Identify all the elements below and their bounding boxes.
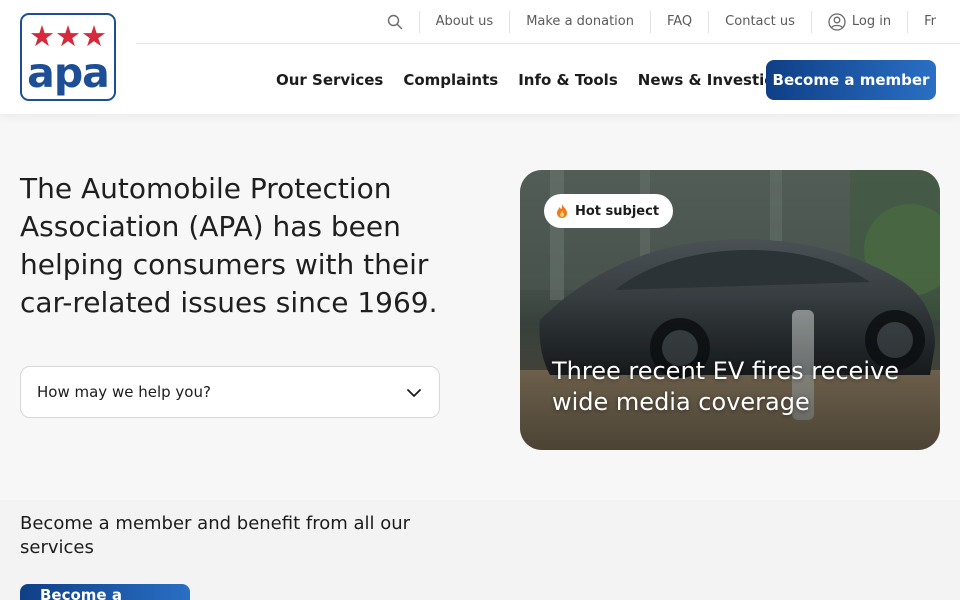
fire-icon: [556, 204, 568, 218]
nav-info-tools[interactable]: Info & Tools: [518, 70, 618, 90]
member-section: Become a member and benefit from all our…: [0, 500, 960, 600]
member-section-button[interactable]: Become a member: [20, 584, 190, 600]
user-icon: [828, 13, 846, 31]
hero-title: The Automobile Protection Association (A…: [20, 172, 438, 319]
faq-link[interactable]: FAQ: [649, 11, 708, 33]
about-us-link[interactable]: About us: [418, 11, 510, 33]
nav-our-services[interactable]: Our Services: [276, 70, 383, 90]
main-nav: Our Services Complaints Info & Tools New…: [0, 60, 960, 100]
utility-bar: About us Make a donation FAQ Contact us …: [136, 0, 960, 44]
hot-subject-badge: Hot subject: [544, 194, 674, 228]
help-dropdown[interactable]: How may we help you?: [20, 366, 440, 418]
nav-complaints[interactable]: Complaints: [403, 70, 498, 90]
help-dropdown-label: How may we help you?: [37, 383, 211, 401]
member-pitch: Become a member and benefit from all our…: [20, 513, 411, 558]
login-link[interactable]: Log in: [810, 11, 907, 33]
featured-article-card[interactable]: Hot subject Three recent EV fires receiv…: [520, 170, 940, 450]
chevron-down-icon: [407, 383, 421, 402]
login-label: Log in: [851, 14, 892, 29]
contact-us-link[interactable]: Contact us: [708, 11, 811, 33]
language-toggle[interactable]: Fr: [907, 11, 936, 33]
become-member-button[interactable]: Become a member: [766, 60, 936, 100]
site-header: ★★★ apa About us Make a donation FAQ Con…: [0, 0, 960, 114]
logo-stars: ★★★: [29, 19, 107, 53]
make-donation-link[interactable]: Make a donation: [509, 11, 650, 33]
badge-label: Hot subject: [575, 203, 660, 219]
featured-article-title[interactable]: Three recent EV fires receive wide media…: [552, 356, 912, 418]
search-icon[interactable]: [387, 14, 419, 30]
